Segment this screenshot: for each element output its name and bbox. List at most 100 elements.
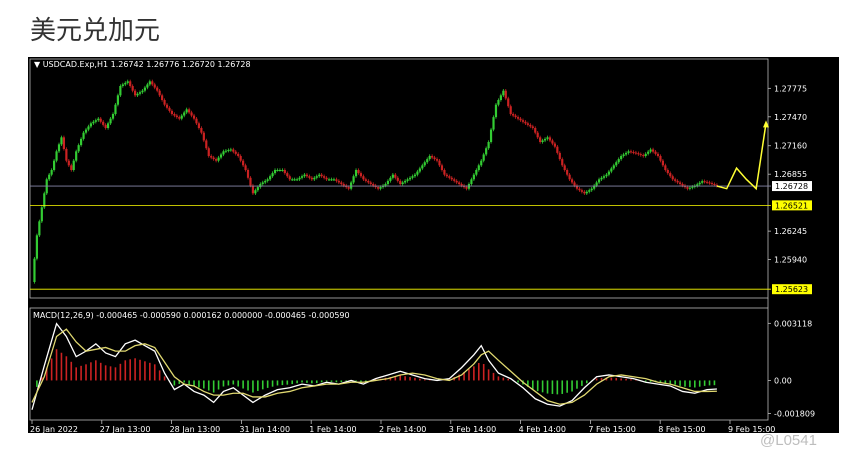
candle-body [114, 104, 117, 114]
candle-body [629, 151, 633, 153]
candle-body [129, 81, 132, 86]
candle-body [585, 191, 588, 194]
time-tick-label: 31 Jan 14:00 [239, 425, 290, 434]
time-tick-label: 4 Feb 14:00 [519, 425, 566, 434]
candle-body [637, 153, 640, 155]
candle-body [671, 176, 674, 180]
candle-body [254, 190, 257, 194]
candle-body [237, 153, 240, 156]
time-tick-label: 3 Feb 14:00 [449, 425, 496, 434]
candle-body [583, 191, 586, 194]
candle-body [570, 179, 574, 183]
candle-body [288, 176, 291, 180]
candle-body [215, 159, 218, 161]
candle-body [578, 188, 581, 191]
candle-body [109, 118, 112, 124]
candle-body [627, 151, 630, 153]
candle-body [389, 177, 392, 181]
histogram-bar [330, 380, 333, 382]
candle-body [698, 182, 701, 185]
candle-body [60, 137, 63, 145]
candle-body [335, 179, 338, 181]
candle-body [296, 179, 299, 181]
price-tick-label: 1.27470 [774, 113, 807, 122]
candle-body [595, 182, 598, 186]
candle-body [421, 165, 424, 169]
histogram-bar [183, 380, 186, 383]
candle-body [232, 149, 235, 152]
histogram-bar [610, 377, 613, 381]
histogram-bar [291, 380, 294, 385]
candle-body [246, 170, 250, 178]
candle-body [435, 159, 439, 161]
histogram-bar [566, 380, 568, 393]
candle-body [617, 159, 620, 163]
histogram-bar [36, 380, 38, 387]
histogram-bar [276, 380, 279, 386]
histogram-bar [119, 363, 122, 381]
candle-body [674, 179, 677, 181]
price-tick-label: 1.26245 [774, 227, 807, 236]
candle-body [708, 182, 711, 184]
candle-body [350, 182, 353, 189]
macd-tick-label: 0.003118 [774, 319, 812, 328]
candle-body [541, 140, 544, 142]
candle-body [710, 183, 714, 185]
histogram-bar [286, 380, 289, 385]
candle-body [303, 174, 306, 177]
candle-body [558, 152, 561, 160]
candle-body [357, 170, 360, 174]
candle-body [396, 177, 399, 181]
histogram-bar [536, 380, 539, 392]
candle-body [92, 121, 95, 124]
candle-body [35, 235, 39, 259]
candle-body [561, 159, 564, 166]
candle-body [534, 128, 537, 133]
candle-body [111, 114, 115, 119]
histogram-bar [674, 380, 676, 385]
histogram-bar [188, 380, 190, 385]
macd-tick-label: 0.00 [774, 376, 792, 385]
candle-body [548, 137, 552, 141]
candle-body [686, 187, 689, 189]
candle-body [676, 180, 679, 183]
candle-body [536, 132, 539, 138]
histogram-bar [281, 380, 284, 386]
candle-body [107, 123, 110, 128]
candle-body [161, 95, 164, 100]
candle-body [404, 180, 407, 183]
histogram-bar [90, 362, 92, 381]
price-tick-label: 1.27160 [774, 142, 807, 151]
price-label: 1.25623 [775, 285, 808, 294]
candle-body [148, 81, 151, 85]
candle-body [134, 90, 137, 96]
histogram-bar [644, 380, 647, 382]
candle-body [50, 170, 53, 175]
candle-body [57, 144, 61, 152]
histogram-bar [65, 356, 68, 381]
candle-body [82, 132, 85, 139]
time-tick-label: 27 Jan 13:00 [100, 425, 151, 434]
candle-body [332, 179, 336, 181]
candle-body [256, 187, 259, 191]
candle-body [163, 100, 166, 105]
candle-body [283, 170, 286, 174]
histogram-bar [247, 380, 249, 391]
candle-body [359, 173, 363, 177]
histogram-bar [576, 380, 578, 389]
symbol-header-text: USDCAD.Exp,H1 1.26742 1.26776 1.26720 1.… [43, 60, 251, 69]
candle-body [180, 115, 183, 119]
candle-body [293, 179, 296, 181]
histogram-bar [571, 380, 573, 392]
candle-body [642, 155, 645, 157]
histogram-bar [222, 380, 225, 387]
candle-body [249, 177, 252, 186]
candle-body [426, 159, 429, 163]
candle-body [413, 174, 417, 177]
histogram-bar [95, 360, 97, 381]
histogram-bar [60, 352, 63, 381]
candle-body [308, 176, 311, 178]
price-tick-label: 1.26855 [774, 170, 807, 179]
candle-body [75, 151, 78, 161]
candle-body [458, 182, 461, 184]
